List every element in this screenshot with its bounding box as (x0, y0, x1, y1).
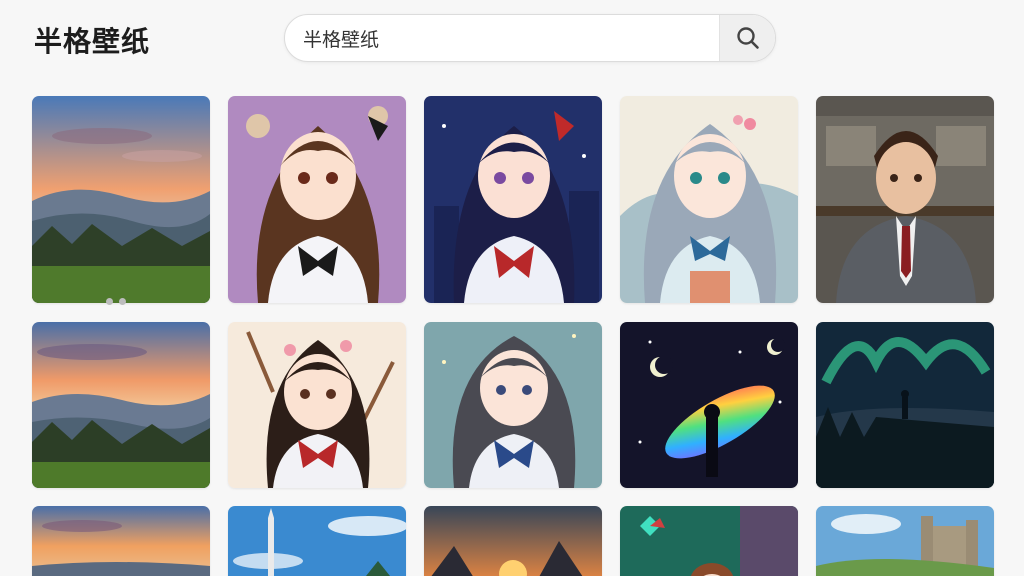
wallpaper-rocket-tower-sky[interactable] (228, 506, 406, 576)
wallpaper-mountain-sunset[interactable] (424, 506, 602, 576)
wallpaper-cosmic-rainbow-ring-silhouette[interactable] (620, 322, 798, 488)
wallpaper-anime-girl-flowers-branches[interactable] (228, 322, 406, 488)
wallpaper-landscape-sunset-valley[interactable] (32, 96, 210, 303)
wallpaper-castle-landscape[interactable] (816, 506, 994, 576)
wallpaper-anime-character-portal[interactable] (620, 506, 798, 576)
wallpaper-aurora-forest-silhouette[interactable] (816, 322, 994, 488)
wallpaper-landscape-sunset-misty-hills[interactable] (32, 322, 210, 488)
wallpaper-grid (0, 0, 1024, 576)
carousel-dots (106, 298, 126, 305)
wallpaper-anime-girl-brown-hair-bow[interactable] (228, 96, 406, 303)
wallpaper-anime-girl-silver-hair-sailor[interactable] (620, 96, 798, 303)
wallpaper-anime-girl-grey-hair-sparkles[interactable] (424, 322, 602, 488)
carousel-dot[interactable] (106, 298, 113, 305)
wallpaper-anime-man-suit-tie[interactable] (816, 96, 994, 303)
wallpaper-anime-girl-night-city[interactable] (424, 96, 602, 303)
wallpaper-sunset-clouds-lake[interactable] (32, 506, 210, 576)
carousel-dot[interactable] (119, 298, 126, 305)
